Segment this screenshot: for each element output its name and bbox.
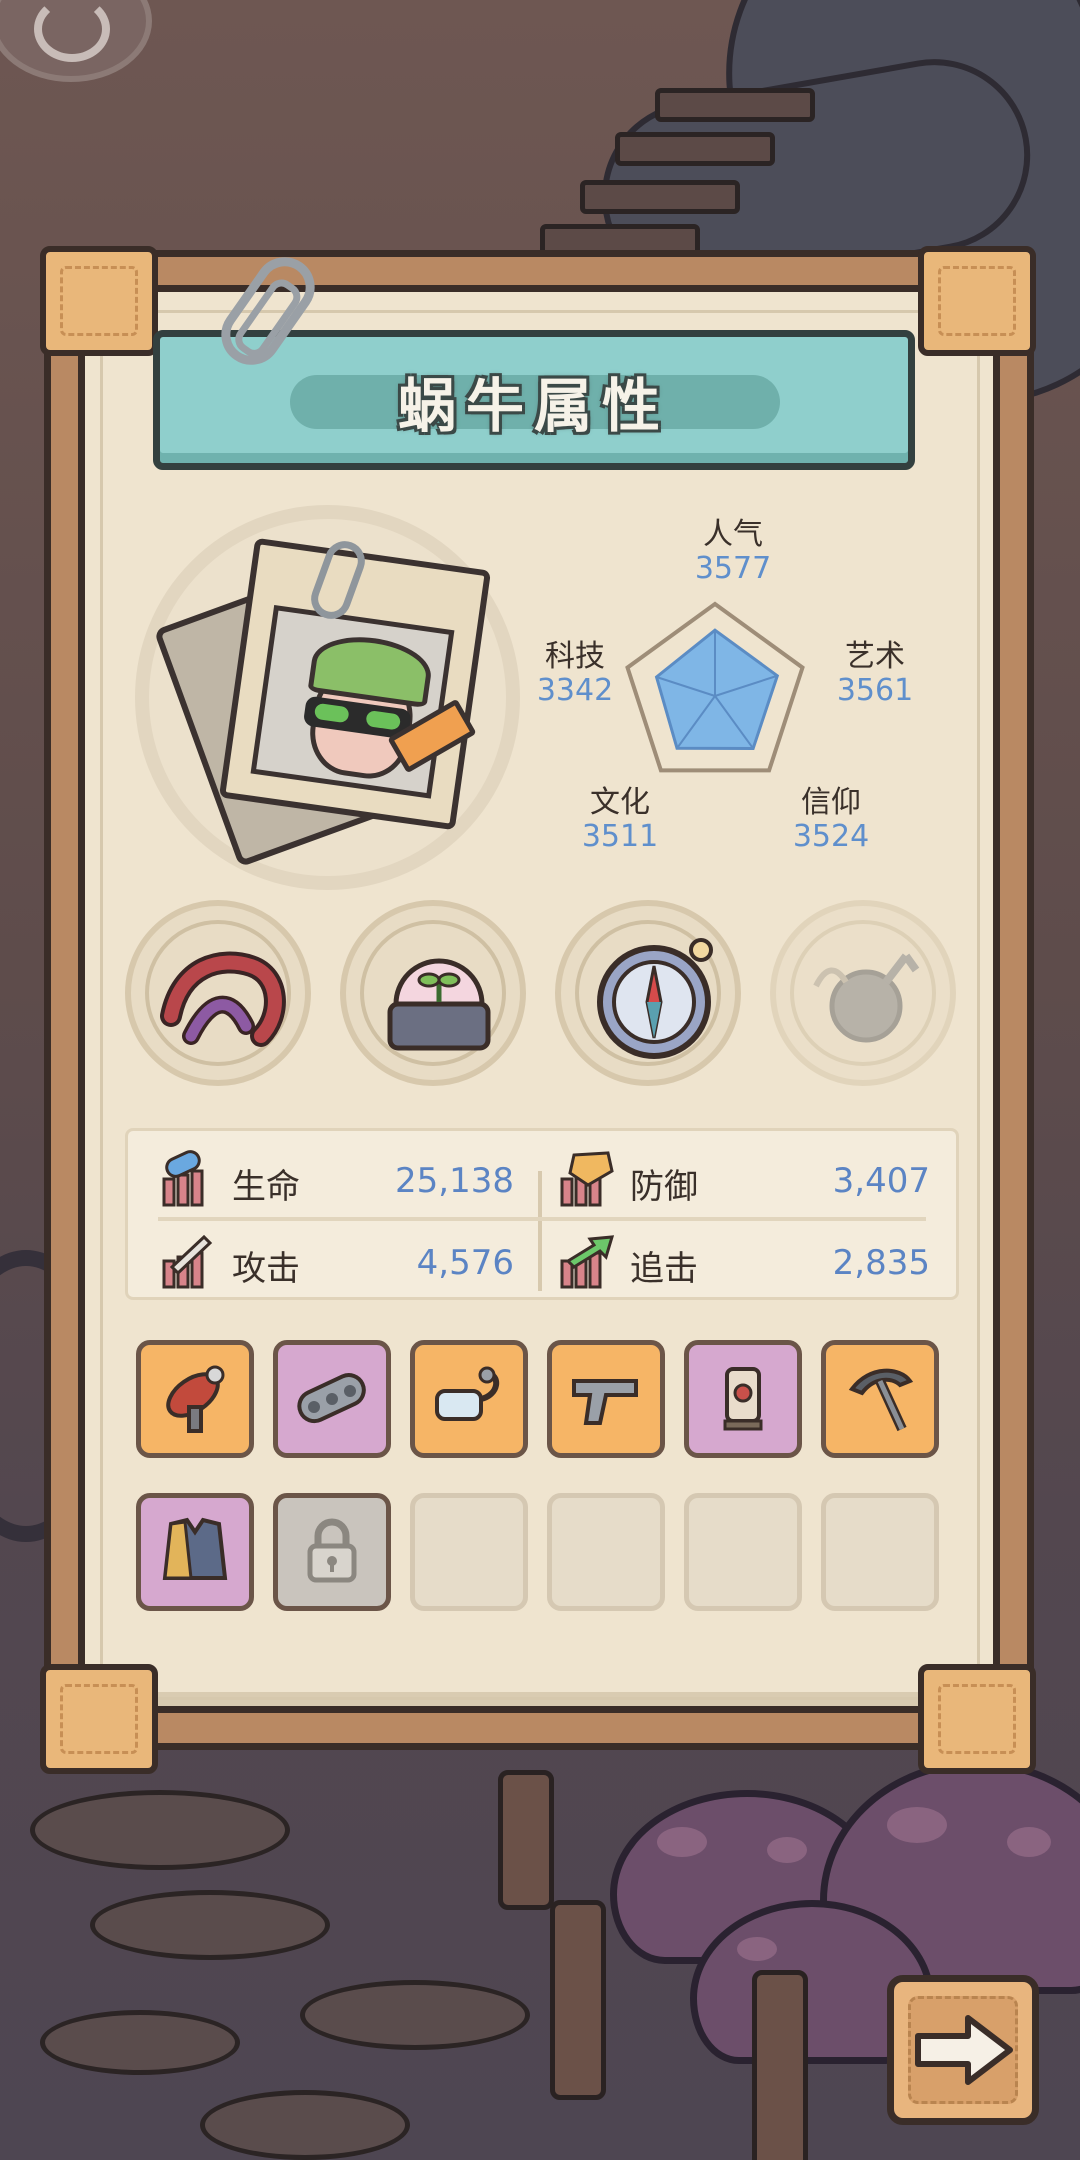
equipment-slot-1[interactable] [136,1340,254,1458]
radar-value-culture: 3511 [581,819,659,854]
compass-icon [597,938,713,1059]
equipment-slot-11-empty[interactable] [684,1493,802,1611]
lantern-icon [723,1367,763,1431]
radar-value-popularity: 3577 [694,551,772,586]
equipment-slot-6[interactable] [821,1340,939,1458]
radar-label-faith: 信仰 3524 [786,786,876,854]
corner-bracket-top-right [918,246,1036,356]
stat-attack-label: 攻击 [232,1249,300,1289]
radar-label-art: 艺术 3561 [830,640,920,708]
ray-gun-icon [166,1365,225,1433]
radar-value-tech: 3342 [536,673,614,708]
attribute-radar-chart [625,601,805,773]
next-button[interactable] [887,1975,1039,2125]
radar-label-culture: 文化 3511 [575,786,665,854]
stat-attack-value: 4,576 [416,1243,514,1283]
stat-chase-value: 2,835 [832,1243,930,1283]
page-title: 蜗牛属性 [397,372,670,440]
skill-slot-3[interactable] [555,900,741,1086]
corner-bracket-top-left [40,246,158,356]
radar-label-popularity: 人气 3577 [688,518,778,586]
stat-chase-label: 追击 [630,1249,698,1289]
equipment-slot-10-empty[interactable] [547,1493,665,1611]
hp-potion-icon [162,1150,204,1207]
radar-label-tech: 科技 3342 [530,640,620,708]
corner-bracket-bottom-right [918,1664,1036,1774]
equipment-slot-5[interactable] [684,1340,802,1458]
equipment-slot-2[interactable] [273,1340,391,1458]
chained-bomb-icon [813,953,920,1043]
goggles-icon [435,1366,499,1421]
skill-slot-4[interactable] [770,900,956,1086]
arrow-right-icon [915,2015,1013,2085]
equipment-slot-4[interactable] [547,1340,665,1458]
lock-icon [307,1518,357,1583]
equipment-slot-7[interactable] [136,1493,254,1611]
chase-arrow-icon [560,1235,615,1289]
sword-icon [162,1234,213,1289]
equipment-slot-12-empty[interactable] [821,1493,939,1611]
stat-defense-label: 防御 [630,1167,698,1207]
stat-attack: 攻击 4,576 [160,1231,514,1291]
radar-value-shape [654,628,780,750]
skill-slot-2[interactable] [340,900,526,1086]
equipment-slot-9-empty[interactable] [410,1493,528,1611]
stat-defense: 防御 3,407 [558,1149,930,1209]
stat-hp-value: 25,138 [395,1161,514,1201]
radar-value-art: 3561 [836,673,914,708]
pistol-icon [572,1379,638,1425]
stats-panel: 生命 25,138 防御 3,407 攻击 4,576 追击 2,835 [125,1128,959,1300]
sprout-dome-icon [387,958,491,1051]
shield-icon [560,1151,614,1207]
stat-chase: 追击 2,835 [558,1231,930,1291]
tentacle-relic-icon [160,951,286,1047]
equipment-slot-3[interactable] [410,1340,528,1458]
stat-hp-label: 生命 [232,1167,300,1207]
corner-bracket-bottom-left [40,1664,158,1774]
vest-icon [162,1517,228,1580]
stat-defense-value: 3,407 [832,1161,930,1201]
skill-slot-1[interactable] [125,900,311,1086]
stat-hp: 生命 25,138 [160,1149,514,1209]
equipment-slot-8-locked[interactable] [273,1493,391,1611]
pickaxe-icon [848,1368,914,1432]
refresh-icon [34,0,110,62]
radar-value-faith: 3524 [792,819,870,854]
tank-tread-icon [297,1373,366,1424]
